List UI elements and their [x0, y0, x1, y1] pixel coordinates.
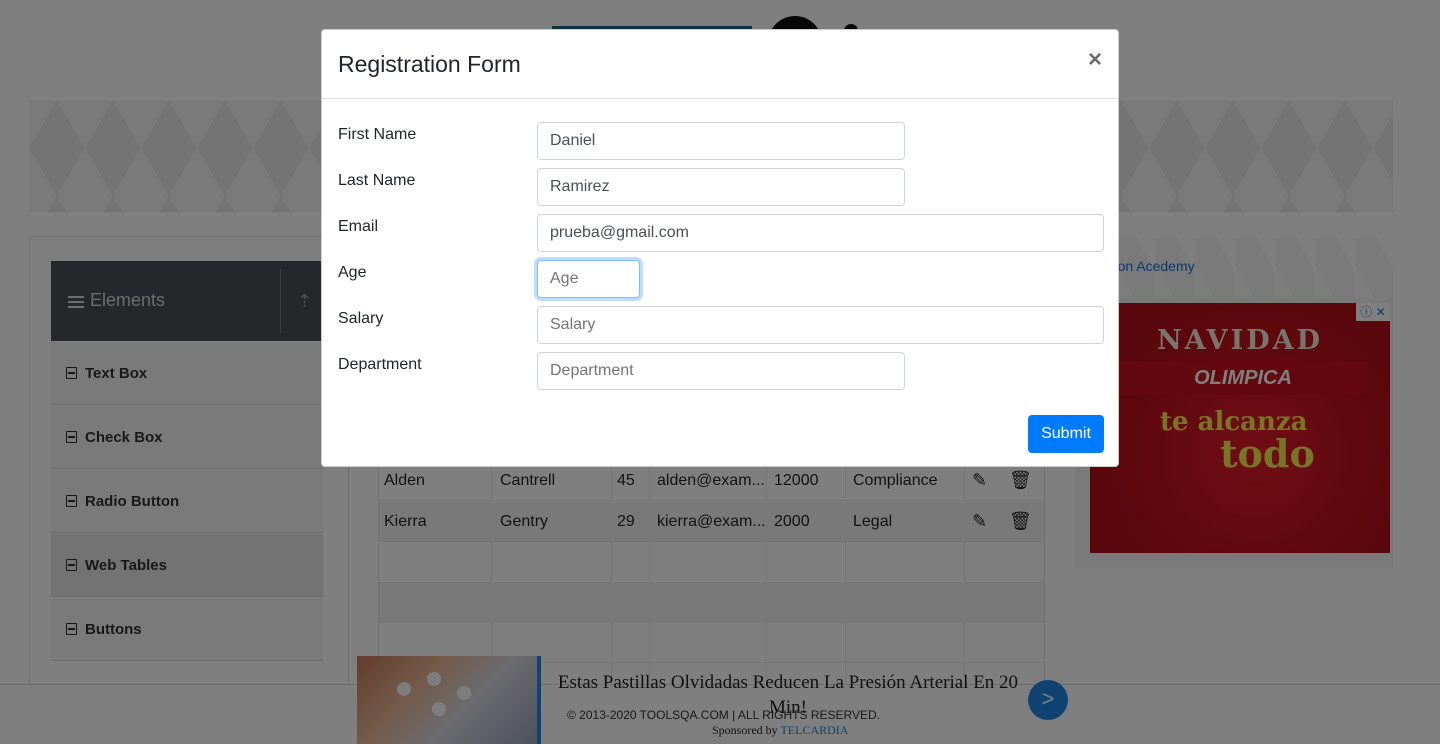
registration-modal: Registration Form × First Name Last Name…: [321, 29, 1119, 467]
last-name-input[interactable]: [537, 168, 905, 206]
last-name-label: Last Name: [338, 172, 416, 189]
department-label: Department: [338, 356, 422, 373]
age-label: Age: [338, 264, 367, 281]
salary-label: Salary: [338, 310, 384, 327]
modal-title: Registration Form: [338, 51, 521, 77]
close-icon[interactable]: ×: [1088, 46, 1102, 74]
email-input[interactable]: [537, 214, 1104, 252]
age-input[interactable]: [537, 260, 640, 298]
email-label: Email: [338, 218, 379, 235]
department-input[interactable]: [537, 352, 905, 390]
first-name-input[interactable]: [537, 122, 905, 160]
modal-header: Registration Form ×: [322, 30, 1118, 99]
salary-input[interactable]: [537, 306, 1104, 344]
first-name-label: First Name: [338, 126, 417, 143]
submit-button[interactable]: Submit: [1028, 415, 1104, 453]
